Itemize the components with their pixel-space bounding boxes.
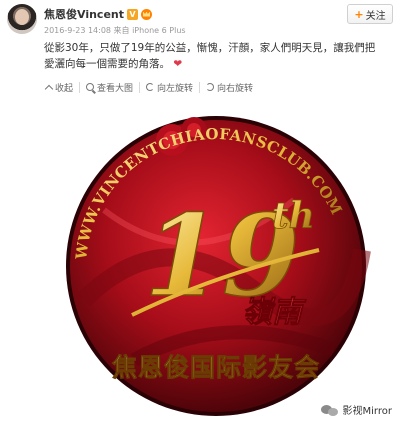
anniversary-suffix: th: [272, 195, 315, 237]
follow-button[interactable]: + 关注: [347, 4, 393, 24]
weibo-post: 焦恩俊Vincent V + 关注 2016-9-23 14:08 来自 iPh…: [0, 0, 400, 423]
club-name: 焦恩俊国际影友会: [112, 353, 320, 382]
post-source: 来自 iPhone 6 Plus: [113, 26, 186, 35]
post-text: 從影30年，只做了19年的公益，慚愧，汗顏，家人們明天見，讓我們把愛灑向每一個需…: [44, 40, 384, 72]
wechat-icon: [320, 403, 339, 417]
view-large-label: 查看大图: [97, 83, 134, 94]
avatar[interactable]: [7, 4, 37, 34]
member-crown-icon: [141, 8, 152, 20]
image-toolbar: 收起 查看大图 向左旋转 向右旋转: [44, 78, 334, 96]
watermark-text: 影视Mirror: [342, 406, 392, 417]
username[interactable]: 焦恩俊Vincent: [44, 6, 124, 22]
heart-emoji: ❤: [173, 58, 183, 70]
rotate-left-icon: [146, 83, 155, 91]
collapse-label: 收起: [55, 83, 74, 94]
plus-icon: +: [354, 7, 364, 21]
watermark: 影视Mirror: [320, 402, 392, 417]
post-body: 從影30年，只做了19年的公益，慚愧，汗顏，家人們明天見，讓我們把愛灑向每一個需…: [44, 42, 376, 70]
verified-badge-icon: V: [127, 8, 138, 20]
rotate-right-icon: [206, 83, 215, 91]
rotate-left-button[interactable]: 向左旋转: [139, 81, 199, 94]
collapse-button[interactable]: 收起: [44, 82, 79, 94]
fan-club-logo: WWW.VINCENTCHIAOFANSCLUB.COM 19 th 嶺南 焦恩…: [66, 116, 371, 416]
collapse-icon: [44, 84, 54, 93]
view-large-button[interactable]: 查看大图: [79, 81, 139, 94]
zoom-icon: [86, 83, 95, 91]
follow-label: 关注: [365, 10, 386, 22]
rotate-right-button[interactable]: 向右旋转: [199, 81, 259, 94]
post-meta: 2016-9-23 14:08 来自 iPhone 6 Plus: [44, 25, 186, 36]
post-timestamp[interactable]: 2016-9-23 14:08: [44, 26, 111, 35]
rotate-right-label: 向右旋转: [217, 83, 254, 94]
post-image[interactable]: WWW.VINCENTCHIAOFANSCLUB.COM 19 th 嶺南 焦恩…: [44, 100, 389, 418]
region-calligraphy: 嶺南: [242, 295, 307, 330]
rotate-left-label: 向左旋转: [157, 83, 194, 94]
